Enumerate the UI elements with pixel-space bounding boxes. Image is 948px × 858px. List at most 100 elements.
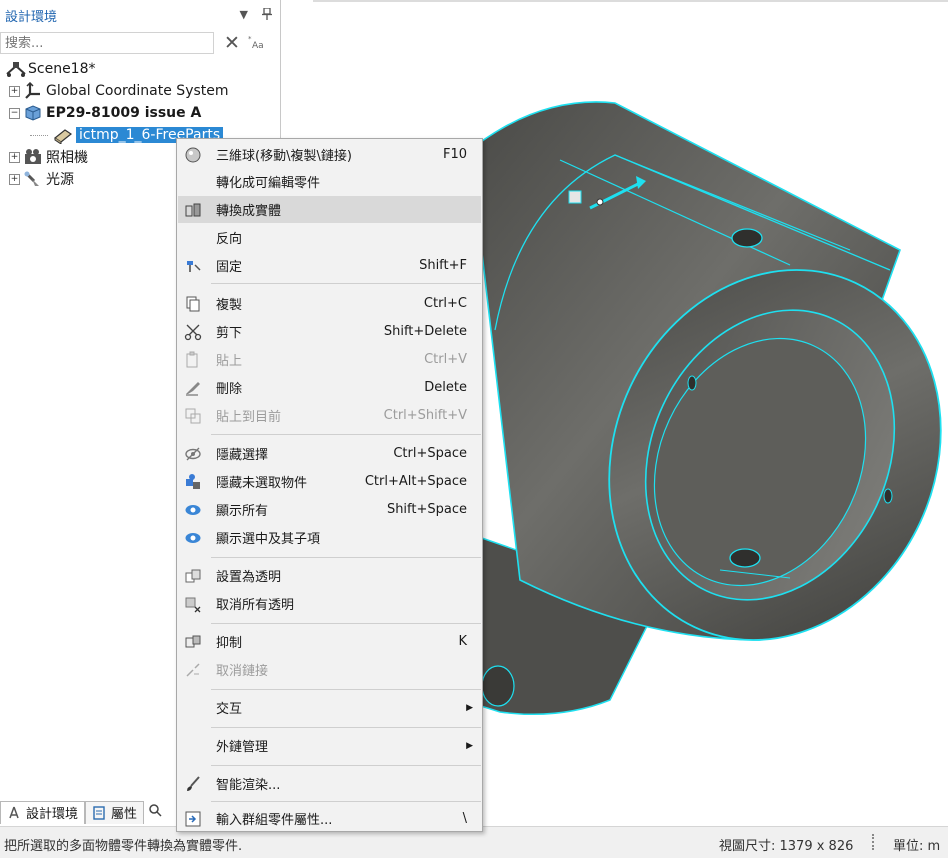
show-eye-icon bbox=[184, 529, 202, 547]
menu-item-label: 隱藏選擇 bbox=[216, 448, 269, 463]
tree-connector bbox=[30, 134, 48, 136]
menu-item-shortcut: Ctrl+V bbox=[424, 352, 467, 367]
tree-item-label: Global Coordinate System bbox=[46, 83, 229, 99]
collapse-icon[interactable]: − bbox=[9, 107, 20, 119]
menu-item-set-transparent[interactable]: 設置為透明 bbox=[178, 562, 481, 589]
menu-item-label: 貼上到目前 bbox=[216, 410, 282, 425]
coordinate-system-icon bbox=[23, 81, 43, 100]
panel-header: 設計環境 ▼ bbox=[0, 0, 280, 30]
context-menu: 三維球(移動\複製\鏈接) F10 轉化成可編輯零件 轉換成實體 反向 固定 S… bbox=[176, 138, 483, 832]
menu-item-show-all[interactable]: 顯示所有 Shift+Space bbox=[178, 496, 481, 523]
design-tree-icon bbox=[7, 806, 21, 820]
menu-item-label: 轉換成實體 bbox=[216, 204, 282, 219]
panel-header-controls: ▼ bbox=[240, 6, 272, 23]
menu-item-import-group-props[interactable]: 輸入群組零件屬性... \ bbox=[178, 805, 481, 832]
menu-separator bbox=[211, 801, 481, 802]
menu-item-unlink[interactable]: 取消鏈接 bbox=[178, 656, 481, 683]
unit-readout[interactable]: 單位: m bbox=[893, 835, 940, 854]
menu-item-paste[interactable]: 貼上 Ctrl+V bbox=[178, 346, 481, 373]
menu-item-shortcut: K bbox=[458, 634, 467, 649]
light-icon bbox=[23, 170, 43, 188]
menu-separator bbox=[211, 623, 481, 624]
tree-item-assembly[interactable]: − EP29-81009 issue A bbox=[9, 102, 201, 124]
convert-solid-icon bbox=[184, 201, 202, 219]
hide-eye-icon bbox=[184, 445, 202, 463]
tree-item-camera[interactable]: + 照相機 bbox=[9, 146, 88, 168]
menu-item-smart-render[interactable]: 智能渲染... bbox=[178, 770, 481, 797]
menu-item-shortcut: Shift+Space bbox=[386, 502, 467, 517]
menu-item-label: 外鏈管理 bbox=[216, 740, 269, 755]
menu-item-copy[interactable]: 複製 Ctrl+C bbox=[178, 290, 481, 317]
menu-item-suppress[interactable]: 抑制 K bbox=[178, 628, 481, 655]
sphere-icon bbox=[184, 146, 202, 164]
menu-item-shortcut: Delete bbox=[424, 380, 467, 395]
menu-item-reverse[interactable]: 反向 bbox=[178, 224, 481, 251]
pin-panel-icon[interactable] bbox=[262, 6, 272, 23]
scene-icon bbox=[5, 60, 26, 78]
menu-item-hide-unselected[interactable]: 隱藏未選取物件 Ctrl+Alt+Space bbox=[178, 468, 481, 495]
menu-item-show-selected-children[interactable]: 顯示選中及其子項 bbox=[178, 524, 481, 551]
expand-icon[interactable]: + bbox=[9, 85, 20, 97]
pin-icon bbox=[184, 257, 202, 275]
menu-item-label: 轉化成可編輯零件 bbox=[216, 176, 321, 191]
menu-item-shortcut: Ctrl+C bbox=[423, 296, 467, 311]
menu-item-label: 智能渲染... bbox=[216, 778, 281, 793]
menu-item-label: 設置為透明 bbox=[216, 570, 282, 585]
view-size-readout: 視圖尺寸: 1379 x 826 bbox=[719, 839, 854, 854]
menu-item-label: 三維球(移動\複製\鏈接) bbox=[216, 149, 352, 164]
menu-item-label: 複製 bbox=[216, 298, 243, 313]
cancel-transparent-icon bbox=[184, 595, 202, 613]
search-tab-icon bbox=[148, 803, 162, 821]
tree-item-label: Scene18* bbox=[28, 61, 96, 77]
menu-item-cut[interactable]: 剪下 Shift+Delete bbox=[178, 318, 481, 345]
tab-properties[interactable]: 屬性 bbox=[85, 800, 145, 824]
menu-item-shortcut: Shift+F bbox=[419, 258, 467, 273]
menu-item-label: 交互 bbox=[216, 702, 243, 717]
menu-item-shortcut: Ctrl+Alt+Space bbox=[364, 474, 467, 489]
search-input[interactable] bbox=[0, 32, 214, 54]
menu-item-shortcut: \ bbox=[462, 811, 467, 826]
show-eye-icon bbox=[184, 501, 202, 519]
copy-icon bbox=[184, 295, 202, 313]
menu-item-hide-selection[interactable]: 隱藏選擇 Ctrl+Space bbox=[178, 440, 481, 467]
menu-item-external-links[interactable]: 外鏈管理 ▶ bbox=[178, 732, 481, 759]
hide-unselected-icon bbox=[184, 473, 202, 491]
menu-item-paste-here[interactable]: 貼上到目前 Ctrl+Shift+V bbox=[178, 402, 481, 429]
brush-icon bbox=[184, 775, 202, 793]
eraser-icon bbox=[184, 379, 202, 397]
tab-search[interactable] bbox=[144, 801, 166, 823]
tree-item-coordinate-system[interactable]: + Global Coordinate System bbox=[9, 80, 229, 102]
tab-design-environment[interactable]: 設計環境 bbox=[0, 800, 86, 824]
properties-icon bbox=[92, 805, 106, 820]
menu-item-label: 顯示所有 bbox=[216, 504, 269, 519]
menu-item-label: 取消鏈接 bbox=[216, 664, 269, 679]
panel-title: 設計環境 bbox=[5, 9, 58, 25]
expand-icon[interactable]: + bbox=[9, 151, 20, 163]
menu-separator bbox=[211, 283, 481, 284]
clear-search-icon[interactable]: ✕ bbox=[224, 33, 240, 53]
menu-item-shortcut: F10 bbox=[442, 147, 467, 162]
menu-item-convert-editable[interactable]: 轉化成可編輯零件 bbox=[178, 168, 481, 195]
tree-item-light[interactable]: + 光源 bbox=[9, 168, 74, 190]
tab-label: 屬性 bbox=[111, 807, 138, 822]
menu-item-delete[interactable]: 刪除 Delete bbox=[178, 374, 481, 401]
panel-dropdown-icon[interactable]: ▼ bbox=[240, 8, 248, 23]
assembly-icon bbox=[23, 104, 43, 122]
search-options-icon[interactable]: * Aa bbox=[248, 34, 268, 53]
menu-item-convert-solid[interactable]: 轉換成實體 bbox=[178, 196, 481, 223]
menu-item-shortcut: Ctrl+Shift+V bbox=[383, 408, 467, 423]
menu-separator bbox=[211, 727, 481, 728]
expand-icon[interactable]: + bbox=[9, 173, 20, 185]
search-row: ✕ *Aa bbox=[0, 31, 280, 55]
submenu-arrow-icon: ▶ bbox=[466, 740, 473, 751]
menu-item-3d-sphere[interactable]: 三維球(移動\複製\鏈接) F10 bbox=[178, 141, 481, 168]
menu-item-shortcut: Ctrl+Space bbox=[393, 446, 467, 461]
svg-text:Aa: Aa bbox=[252, 41, 264, 50]
menu-item-fix[interactable]: 固定 Shift+F bbox=[178, 252, 481, 279]
menu-separator bbox=[211, 689, 481, 690]
menu-item-interaction[interactable]: 交互 ▶ bbox=[178, 694, 481, 721]
tree-item-scene[interactable]: Scene18* bbox=[2, 58, 96, 80]
menu-item-cancel-transparent[interactable]: 取消所有透明 bbox=[178, 590, 481, 617]
menu-item-label: 剪下 bbox=[216, 326, 243, 341]
menu-item-label: 顯示選中及其子項 bbox=[216, 532, 321, 547]
